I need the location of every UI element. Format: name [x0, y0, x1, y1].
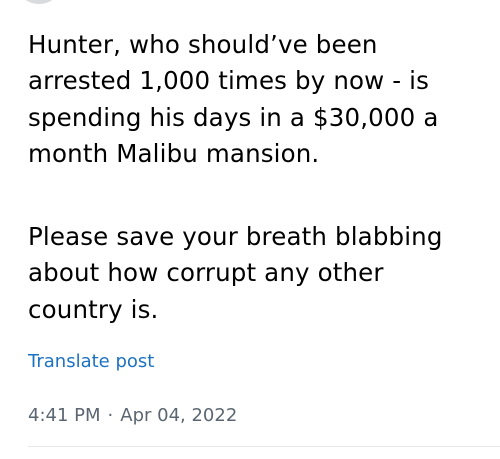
post-line: arrested 1,000 times by now - is: [28, 66, 430, 96]
avatar[interactable]: [22, 0, 56, 4]
post-line: month Malibu mansion.: [28, 139, 320, 169]
post-line: country is.: [28, 294, 159, 324]
separator-dot: ·: [107, 405, 114, 426]
post-line: Please save your breath blabbing: [28, 222, 443, 251]
post-paragraph-1: Hunter, who should’ve been arrested 1,00…: [28, 27, 439, 173]
post-timestamp: 4:41 PM · Apr 04, 2022: [28, 404, 237, 428]
post-line: Hunter, who should’ve been: [28, 30, 378, 59]
post-paragraph-2: Please save your breath blabbing about h…: [28, 219, 443, 328]
post-date[interactable]: Apr 04, 2022: [120, 405, 237, 426]
post-time[interactable]: 4:41 PM: [28, 405, 101, 426]
divider: [28, 446, 500, 447]
post-line: about how corrupt any other: [28, 258, 384, 288]
post-line: spending his days in a $30,000 a: [28, 102, 439, 132]
translate-post-link[interactable]: Translate post: [28, 350, 154, 374]
